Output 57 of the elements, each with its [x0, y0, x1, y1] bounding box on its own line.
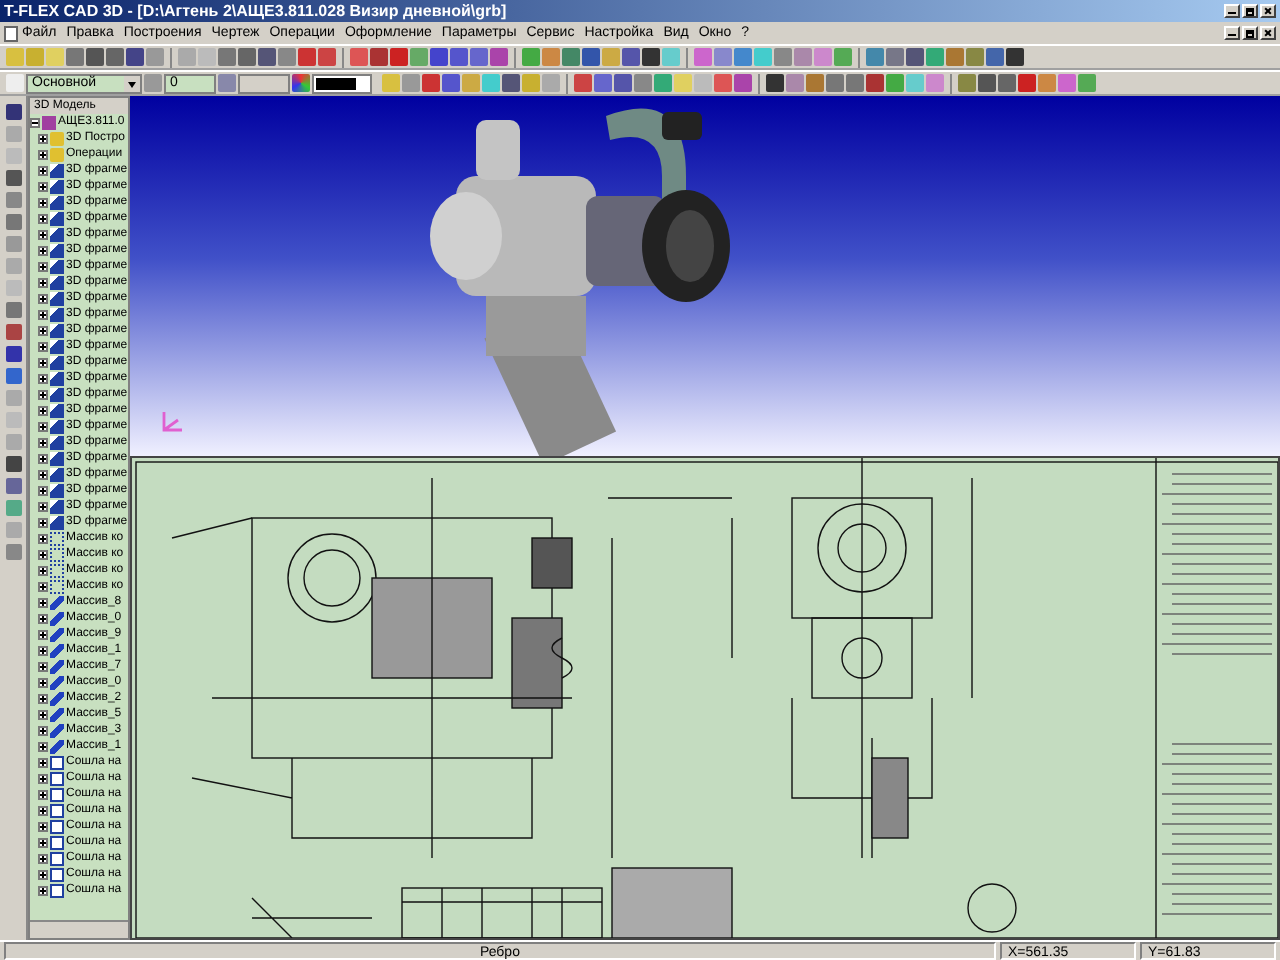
expander-icon[interactable]	[38, 533, 48, 543]
expander-icon[interactable]	[38, 693, 48, 703]
axis-triad-icon	[158, 408, 186, 436]
expander-icon[interactable]	[38, 821, 48, 831]
expander-icon[interactable]	[38, 213, 48, 223]
expander-icon[interactable]	[38, 773, 48, 783]
expander-icon[interactable]	[38, 501, 48, 511]
expander-icon[interactable]	[38, 741, 48, 751]
expander-icon[interactable]	[38, 661, 48, 671]
expander-icon[interactable]	[38, 677, 48, 687]
expander-icon[interactable]	[38, 853, 48, 863]
expander-icon[interactable]	[38, 837, 48, 847]
expander-icon[interactable]	[38, 725, 48, 735]
expander-icon[interactable]	[38, 789, 48, 799]
expander-icon[interactable]	[38, 165, 48, 175]
expander-icon[interactable]	[38, 437, 48, 447]
color-dropdown[interactable]	[312, 73, 372, 93]
expander-icon[interactable]	[38, 629, 48, 639]
window-title: T-FLEX CAD 3D - [D:\Агтень 2\АЩЕ3.811.028 Визир дневной\grb]	[4, 2, 507, 20]
expander-icon[interactable]	[38, 453, 48, 463]
expander-icon[interactable]	[38, 549, 48, 559]
expander-icon[interactable]	[38, 469, 48, 479]
expander-icon[interactable]	[38, 645, 48, 655]
expander-icon[interactable]	[38, 805, 48, 815]
expander-icon[interactable]	[38, 133, 48, 143]
expander-icon[interactable]	[38, 565, 48, 575]
expander-icon[interactable]	[38, 597, 48, 607]
expander-icon[interactable]	[38, 485, 48, 495]
expander-icon[interactable]	[38, 293, 48, 303]
expander-icon[interactable]	[38, 373, 48, 383]
expander-icon[interactable]	[30, 117, 40, 127]
expander-icon[interactable]	[38, 517, 48, 527]
expander-icon[interactable]	[38, 613, 48, 623]
expander-icon[interactable]	[38, 181, 48, 191]
expander-icon[interactable]	[38, 261, 48, 271]
model-icon	[42, 115, 56, 129]
expander-icon[interactable]	[38, 245, 48, 255]
expander-icon[interactable]	[38, 405, 48, 415]
expander-icon[interactable]	[38, 149, 48, 159]
value-field[interactable]	[238, 73, 290, 93]
expander-icon[interactable]	[38, 709, 48, 719]
expander-icon[interactable]	[38, 421, 48, 431]
expander-icon[interactable]	[38, 341, 48, 351]
expander-icon[interactable]	[38, 389, 48, 399]
horizontal-scrollbar[interactable]	[30, 920, 128, 938]
expander-icon[interactable]	[38, 325, 48, 335]
expander-icon[interactable]	[38, 581, 48, 591]
expander-icon[interactable]	[38, 757, 48, 767]
expander-icon[interactable]	[38, 309, 48, 319]
expander-icon[interactable]	[38, 885, 48, 895]
expander-icon[interactable]	[38, 357, 48, 367]
expander-icon[interactable]	[38, 197, 48, 207]
3d-viewport[interactable]	[130, 96, 1280, 456]
expander-icon[interactable]	[38, 277, 48, 287]
color-wheel-icon[interactable]	[292, 74, 310, 92]
expander-icon[interactable]	[38, 229, 48, 239]
expander-icon[interactable]	[38, 869, 48, 879]
